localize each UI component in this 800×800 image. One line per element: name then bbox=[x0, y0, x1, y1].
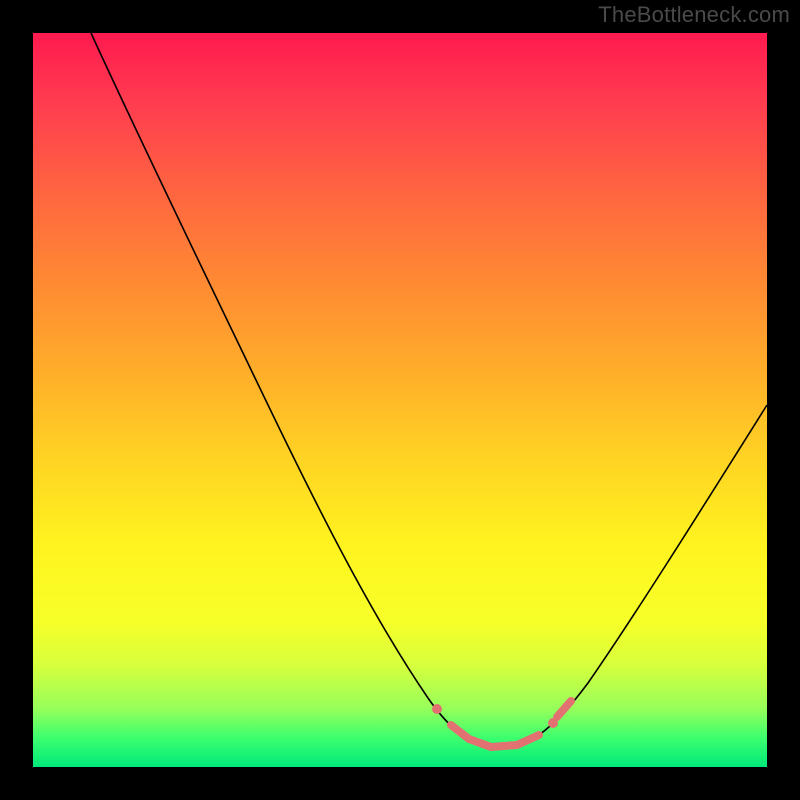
optimal-range-markers bbox=[432, 701, 571, 747]
bottleneck-curve bbox=[91, 33, 767, 749]
attribution-text: TheBottleneck.com bbox=[598, 2, 790, 28]
plot-area bbox=[33, 33, 767, 767]
chart-frame: TheBottleneck.com bbox=[0, 0, 800, 800]
chart-svg bbox=[33, 33, 767, 767]
